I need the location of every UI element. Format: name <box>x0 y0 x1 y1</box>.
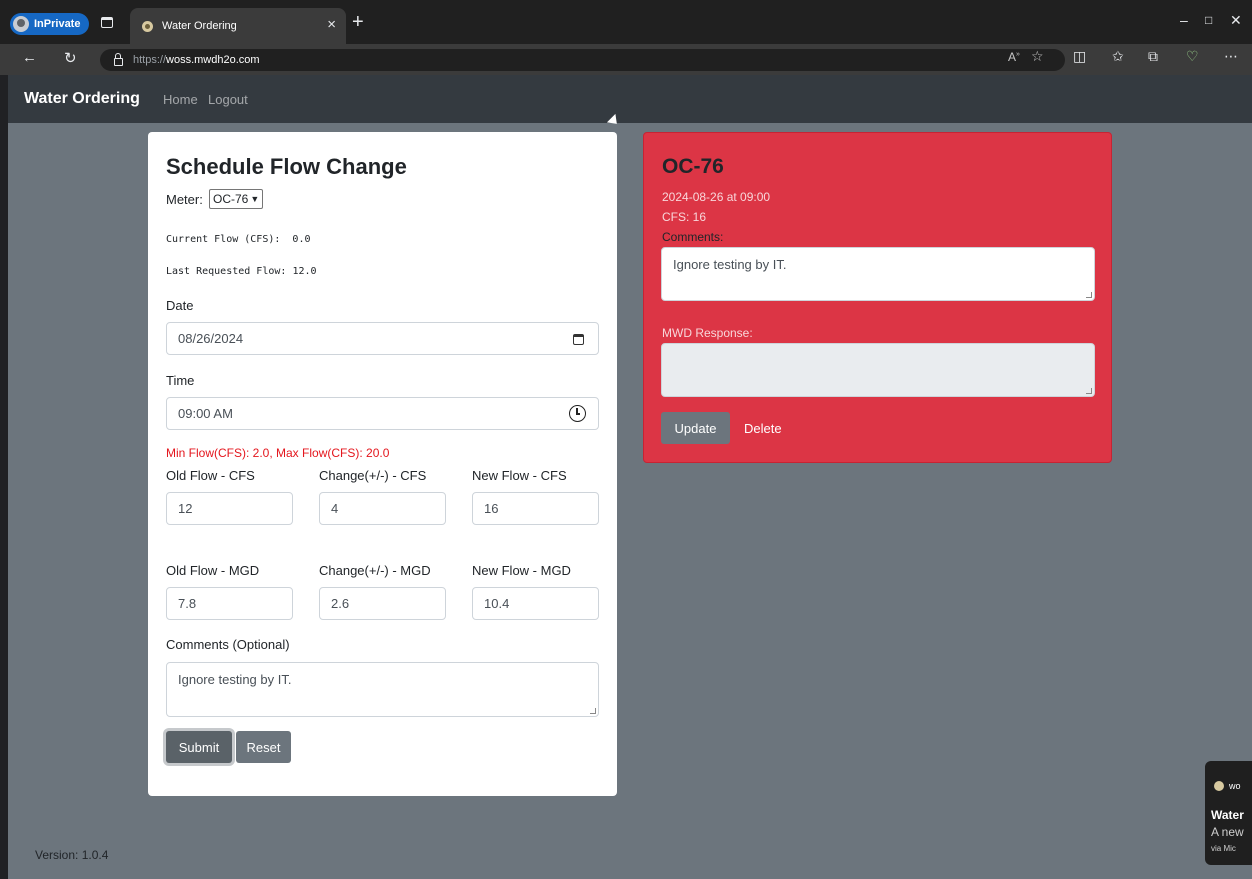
request-datetime: 2024-08-26 at 09:00 <box>662 190 771 204</box>
old-flow-mgd-label: Old Flow - MGD <box>166 563 260 578</box>
favorite-star-icon[interactable]: ☆ <box>1031 48 1044 65</box>
toast-source: wo <box>1229 781 1241 791</box>
old-flow-cfs-value: 12 <box>178 501 193 516</box>
change-cfs-value: 4 <box>331 501 339 516</box>
refresh-icon[interactable]: ↻ <box>64 49 77 67</box>
change-cfs-label: Change(+/-) - CFS <box>319 468 427 483</box>
read-aloud-icon[interactable]: A» <box>1008 50 1020 64</box>
time-value: 09:00 AM <box>178 406 233 421</box>
maximize-icon[interactable]: □ <box>1205 13 1212 27</box>
mwd-response-textarea[interactable] <box>661 343 1095 397</box>
page-body: Water Ordering Home Logout Schedule Flow… <box>8 75 1252 879</box>
address-bar[interactable]: https://woss.mwdh2o.com <box>100 49 1065 71</box>
last-requested-label: Last Requested Flow: <box>166 266 287 277</box>
clock-icon[interactable] <box>569 405 586 422</box>
close-window-icon[interactable]: ✕ <box>1230 12 1242 29</box>
browser-tab[interactable]: Water Ordering × <box>130 8 346 44</box>
old-flow-mgd-input[interactable]: 7.8 <box>166 587 293 620</box>
version-text: Version: 1.0.4 <box>35 848 109 862</box>
request-cfs: CFS: 16 <box>662 210 707 224</box>
time-label: Time <box>166 373 195 388</box>
date-value: 08/26/2024 <box>178 331 244 346</box>
browser-tab-bar: InPrivate Water Ordering × + – □ ✕ <box>0 0 1252 44</box>
profile-avatar-icon <box>13 16 29 32</box>
tab-title: Water Ordering <box>162 20 237 32</box>
update-button[interactable]: Update <box>661 412 730 444</box>
new-flow-cfs-input[interactable]: 16 <box>472 492 599 525</box>
new-flow-cfs-value: 16 <box>484 501 499 516</box>
site-favicon-icon <box>142 20 153 32</box>
mwd-response-label: MWD Response: <box>662 326 753 340</box>
url-prefix: https:// <box>133 54 167 66</box>
request-comments-label: Comments: <box>662 230 724 244</box>
meter-label: Meter: <box>166 192 203 207</box>
request-meter-title: OC-76 <box>662 155 724 178</box>
split-screen-icon[interactable]: ◫ <box>1073 48 1086 65</box>
delete-button[interactable]: Delete <box>744 421 782 436</box>
nav-home-link[interactable]: Home <box>163 92 198 107</box>
change-mgd-value: 2.6 <box>331 596 350 611</box>
flow-request-panel: OC-76 2024-08-26 at 09:00 CFS: 16 Commen… <box>643 132 1112 463</box>
date-input[interactable]: 08/26/2024 <box>166 322 599 355</box>
inprivate-profile-button[interactable]: InPrivate <box>10 13 90 35</box>
change-mgd-label: Change(+/-) - MGD <box>319 563 431 578</box>
comments-textarea[interactable]: Ignore testing by IT. <box>166 662 599 717</box>
url-host: woss.mwdh2o.com <box>166 54 260 66</box>
date-label: Date <box>166 298 194 313</box>
last-requested-value: 12.0 <box>292 266 317 277</box>
new-flow-mgd-input[interactable]: 10.4 <box>472 587 599 620</box>
resize-grip-icon[interactable] <box>1086 292 1092 298</box>
collections-icon[interactable]: ⧉ <box>1148 48 1158 65</box>
tab-actions-icon[interactable] <box>101 17 113 28</box>
resize-grip-icon[interactable] <box>1086 388 1092 394</box>
back-icon[interactable]: ← <box>22 49 37 66</box>
toast-title: Water <box>1211 808 1244 822</box>
browser-toolbar: ← ↻ https://woss.mwdh2o.com <box>0 44 1252 75</box>
new-flow-mgd-value: 10.4 <box>484 596 510 611</box>
change-cfs-input[interactable]: 4 <box>319 492 446 525</box>
old-flow-cfs-label: Old Flow - CFS <box>166 468 255 483</box>
site-navbar: Water Ordering Home Logout <box>8 75 1252 123</box>
chevron-down-icon: ▼ <box>250 194 260 204</box>
change-mgd-input[interactable]: 2.6 <box>319 587 446 620</box>
current-flow-label: Current Flow (CFS): <box>166 234 281 245</box>
toast-via: via Mic <box>1211 844 1236 853</box>
meter-select-value: OC-76 <box>213 192 249 206</box>
close-tab-icon[interactable]: × <box>327 17 336 33</box>
schedule-flow-card: Schedule Flow Change Meter: OC-76 ▼ Curr… <box>148 132 617 796</box>
minimize-icon[interactable]: – <box>1180 12 1188 28</box>
form-title: Schedule Flow Change <box>166 154 407 179</box>
lock-icon <box>114 53 123 66</box>
new-flow-cfs-label: New Flow - CFS <box>472 468 567 483</box>
resize-grip-icon[interactable] <box>590 708 596 714</box>
toast-body: A new <box>1211 825 1244 839</box>
new-tab-icon[interactable]: + <box>352 11 364 34</box>
reset-button[interactable]: Reset <box>236 731 291 763</box>
meter-select[interactable]: OC-76 ▼ <box>209 189 264 209</box>
current-flow-row: Current Flow (CFS): 0.0 <box>166 234 310 245</box>
profile-label: InPrivate <box>34 18 81 30</box>
more-menu-icon[interactable]: ⋯ <box>1224 48 1238 65</box>
old-flow-cfs-input[interactable]: 12 <box>166 492 293 525</box>
browser-essentials-icon[interactable]: ♡ <box>1186 48 1199 65</box>
nav-logout-link[interactable]: Logout <box>208 92 248 107</box>
submit-button[interactable]: Submit <box>166 731 232 763</box>
notification-toast[interactable]: wo Water A new via Mic <box>1205 761 1252 865</box>
old-flow-mgd-value: 7.8 <box>178 596 197 611</box>
toast-app-icon <box>1214 781 1224 791</box>
request-comments-value: Ignore testing by IT. <box>673 257 787 272</box>
calendar-icon[interactable] <box>573 334 584 345</box>
new-flow-mgd-label: New Flow - MGD <box>472 563 571 578</box>
site-brand[interactable]: Water Ordering <box>24 90 140 108</box>
flow-limits-text: Min Flow(CFS): 2.0, Max Flow(CFS): 20.0 <box>166 446 390 460</box>
time-input[interactable]: 09:00 AM <box>166 397 599 430</box>
current-flow-value: 0.0 <box>292 234 311 245</box>
comments-label: Comments (Optional) <box>166 637 290 652</box>
comments-value: Ignore testing by IT. <box>178 672 292 687</box>
request-comments-textarea[interactable]: Ignore testing by IT. <box>661 247 1095 301</box>
favorites-icon[interactable]: ✩ <box>1112 48 1124 65</box>
last-requested-row: Last Requested Flow: 12.0 <box>166 266 317 277</box>
